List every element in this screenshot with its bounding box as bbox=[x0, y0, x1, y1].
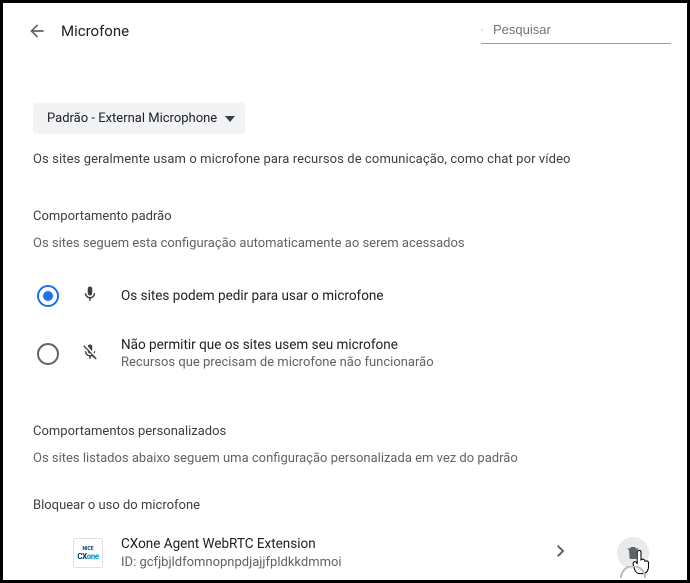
settings-panel: Microfone Padrão - External Microphone O… bbox=[3, 3, 687, 580]
caret-down-icon bbox=[225, 114, 235, 124]
chevron-right-icon bbox=[557, 545, 565, 561]
block-heading: Bloquear o uso do microfone bbox=[33, 498, 657, 513]
page-title: Microfone bbox=[61, 22, 129, 40]
option-block-label: Não permitir que os sites usem seu micro… bbox=[121, 337, 434, 353]
extension-logo: NICE CXone bbox=[73, 538, 103, 568]
partial-circle-icon bbox=[619, 566, 647, 578]
description-text: Os sites geralmente usam o microfone par… bbox=[33, 152, 657, 167]
search-input[interactable] bbox=[491, 21, 671, 38]
option-ask-label: Os sites podem pedir para usar o microfo… bbox=[121, 288, 384, 304]
radio-unselected-icon bbox=[37, 343, 59, 365]
custom-behavior-sub: Os sites listados abaixo seguem uma conf… bbox=[33, 451, 657, 466]
custom-behavior-heading: Comportamentos personalizados bbox=[33, 424, 657, 439]
search-icon bbox=[481, 21, 483, 39]
trash-icon bbox=[625, 545, 641, 561]
mic-off-icon bbox=[81, 343, 101, 365]
option-block[interactable]: Não permitir que os sites usem seu micro… bbox=[37, 319, 657, 382]
back-button[interactable] bbox=[19, 13, 55, 49]
option-block-sub: Recursos que precisam de microfone não f… bbox=[121, 355, 434, 370]
default-behavior-options: Os sites podem pedir para usar o microfo… bbox=[37, 273, 657, 382]
content: Padrão - External Microphone Os sites ge… bbox=[3, 59, 687, 580]
search-field[interactable] bbox=[481, 19, 671, 44]
option-ask[interactable]: Os sites podem pedir para usar o microfo… bbox=[37, 273, 657, 319]
top-bar: Microfone bbox=[3, 3, 687, 59]
device-dropdown-label: Padrão - External Microphone bbox=[47, 111, 217, 126]
radio-selected-icon bbox=[37, 285, 59, 307]
arrow-left-icon bbox=[27, 21, 47, 41]
extension-id: ID: gcfjbjldfomnopnpdjajjfpldkkdmmoi bbox=[121, 555, 557, 570]
mic-icon bbox=[81, 285, 101, 307]
blocked-extension-row[interactable]: NICE CXone CXone Agent WebRTC Extension … bbox=[33, 521, 657, 580]
device-dropdown[interactable]: Padrão - External Microphone bbox=[33, 103, 245, 134]
delete-button[interactable] bbox=[617, 537, 649, 569]
extension-name: CXone Agent WebRTC Extension bbox=[121, 536, 557, 552]
default-behavior-heading: Comportamento padrão bbox=[33, 209, 657, 224]
default-behavior-sub: Os sites seguem esta configuração automa… bbox=[33, 236, 657, 251]
